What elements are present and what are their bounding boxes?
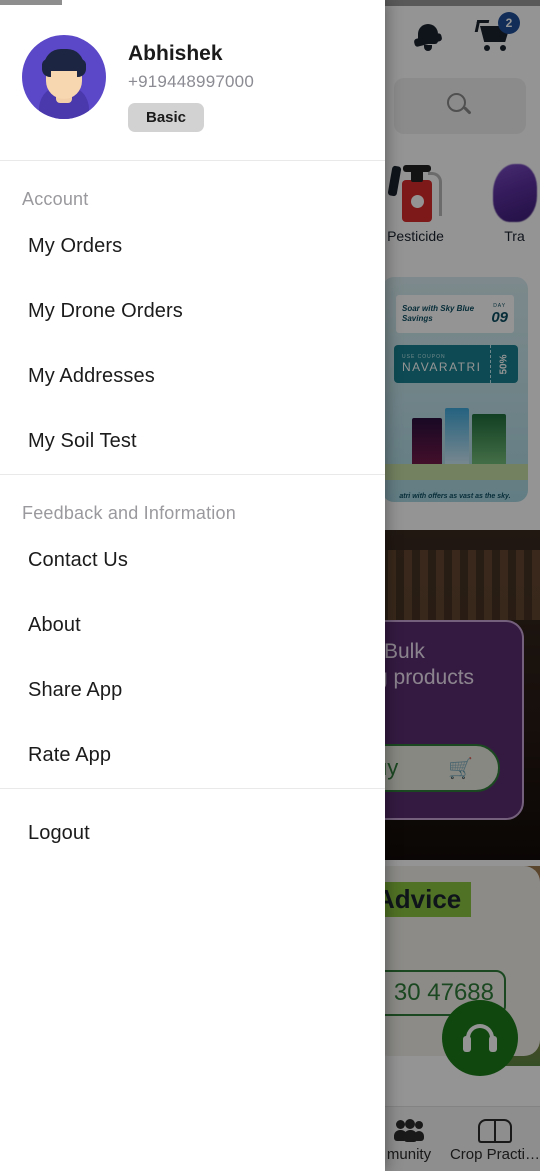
menu-item-logout[interactable]: Logout [0, 801, 385, 866]
profile-name: Abhishek [128, 42, 223, 65]
app-screen: 2 Pesticide Tra Soar with Sky Blue Savin… [0, 0, 540, 1171]
menu-item-about[interactable]: About [0, 593, 385, 658]
menu-item-share-app[interactable]: Share App [0, 658, 385, 723]
navigation-drawer: Abhishek +919448997000 Basic Account My … [0, 0, 385, 1171]
menu-item-my-drone-orders[interactable]: My Drone Orders [0, 279, 385, 344]
user-avatar-icon [22, 35, 106, 119]
plan-badge: Basic [128, 103, 205, 133]
menu-item-my-soil-test[interactable]: My Soil Test [0, 409, 385, 474]
menu-item-rate-app[interactable]: Rate App [0, 723, 385, 788]
section-title-feedback: Feedback and Information [22, 503, 236, 524]
menu-group-account: My Orders My Drone Orders My Addresses M… [0, 210, 385, 474]
menu-group-logout: Logout [0, 789, 385, 866]
menu-item-my-orders[interactable]: My Orders [0, 214, 385, 279]
menu-item-my-addresses[interactable]: My Addresses [0, 344, 385, 409]
section-title-account: Account [22, 189, 89, 210]
profile-phone: +919448997000 [128, 72, 254, 92]
profile-header[interactable]: Abhishek +919448997000 Basic [0, 5, 385, 160]
menu-group-feedback: Contact Us About Share App Rate App [0, 524, 385, 788]
menu-item-contact-us[interactable]: Contact Us [0, 528, 385, 593]
